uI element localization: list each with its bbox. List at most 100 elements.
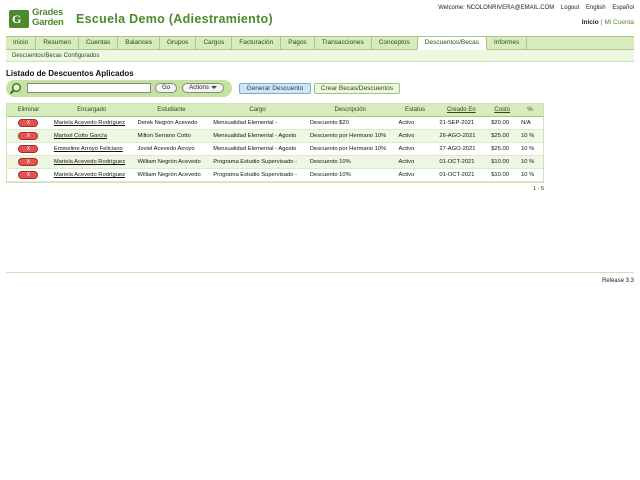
costo-cell: $10.00 [491,159,509,165]
encargado-cell[interactable]: Mariela Acevedo Rodríguez [50,117,134,129]
column-header[interactable]: Creado En [435,104,487,116]
main-nav: Inicio Resumen Cuentas Balances Grupos Cargos… [6,36,634,50]
espanol-link[interactable]: Español [612,5,634,11]
cargo-cell: Mensualidad Elemental - Agosto [213,146,297,152]
column-header[interactable]: Descripción [306,104,395,116]
estatus-cell: Activo [398,133,415,139]
pager-text: 1 - 5 [533,186,545,192]
nav-item-cargos[interactable]: Cargos [196,37,233,49]
logo-text: Grades Garden [32,8,64,27]
costo-cell: $20.00 [491,120,509,126]
nav-item-balances[interactable]: Balances [118,37,160,49]
table-body: X Mariela Acevedo Rodríguez Derek Negrón A… [7,117,543,182]
delete-cell: X [7,117,50,129]
inicio-link[interactable]: Inicio [582,19,599,26]
column-header[interactable]: Costo [487,104,517,116]
estudiante-cell: William Negrón Acevedo [137,172,201,178]
delete-cell: X [7,130,50,142]
grades-garden-logo-icon: G [9,10,29,28]
generar-descuento-button[interactable]: Generar Descuento [239,83,311,94]
costo-cell: $10.00 [491,172,509,178]
actions-button[interactable]: Actions [182,83,224,93]
estatus-cell: Activo [398,172,415,178]
table-row: X Emmeline Arroyo Feliciano Joviel Acevedo… [7,143,543,156]
creado-cell: 21-SEP-2021 [439,120,475,126]
welcome-text: Welcome: NCOLONRIVERA@EMAIL.COM [438,5,555,11]
descuentos-table: Eliminar Encargado Estudiante Cargo Descripc… [6,103,544,183]
table-header: Eliminar Encargado Estudiante Cargo Descripc… [7,104,543,117]
nav-item-informes[interactable]: Informes [487,37,528,49]
table-row: X Mariela Acevedo Rodríguez Derek Negrón A… [7,117,543,130]
percent-cell: 10 % [521,133,535,139]
table-row: X Marisol Cotto García Milton Serrano Cott… [7,130,543,143]
link-separator: | [600,19,603,26]
table-row: X Mariela Acevedo Rodríguez William Negrón… [7,156,543,169]
percent-cell: 10 % [521,159,535,165]
estatus-cell: Activo [398,120,415,126]
descripcion-cell: Descuento por Hermano 10% [309,146,387,152]
column-header[interactable]: Cargo [209,104,306,116]
encargado-cell[interactable]: Mariela Acevedo Rodríguez [50,169,134,181]
creado-cell: 27-AGO-2021 [439,146,476,152]
logout-link[interactable]: Logout [561,5,579,11]
column-header[interactable]: % [517,104,543,116]
estatus-cell: Activo [398,159,415,165]
delete-button[interactable]: X [18,119,39,127]
nav-item-facturaci-n[interactable]: Facturación [232,37,282,49]
creado-cell: 01-OCT-2021 [439,172,475,178]
column-header[interactable]: Estatus [395,104,436,116]
descripcion-cell: Descuento 10% [309,172,351,178]
percent-cell: 10 % [521,172,535,178]
nav-item-conceptos[interactable]: Conceptos [372,37,418,49]
estudiante-cell: Derek Negrón Acevedo [137,120,198,126]
subnav-item-configurados[interactable]: Descuentos/Becas Configurados [12,53,99,59]
cargo-cell: Mensualidad Elemental - Agosto [213,133,297,139]
delete-button[interactable]: X [18,145,39,153]
table-row: X Mariela Acevedo Rodríguez William Negrón… [7,169,543,182]
creado-cell: 01-OCT-2021 [439,159,475,165]
cargo-cell: Programa Estudio Supervisado - [213,159,298,165]
column-header[interactable]: Estudiante [134,104,210,116]
nav-item-descuentos-becas[interactable]: Descuentos/Becas [417,37,487,50]
logo-mark: G [12,12,22,26]
nav-item-inicio[interactable]: Inicio [6,37,37,49]
english-link[interactable]: English [586,5,606,11]
percent-cell: 10 % [521,146,535,152]
cargo-cell: Mensualidad Elemental - [213,120,278,126]
estudiante-cell: Milton Serrano Cotto [137,133,191,139]
delete-cell: X [7,156,50,168]
release-text: Release 3.3 [601,278,634,284]
search-icon[interactable] [9,82,22,95]
encargado-cell[interactable]: Marisol Cotto García [50,130,134,142]
subnav: Descuentos/Becas Configurados [6,50,634,62]
nav-item-resumen[interactable]: Resumen [36,37,80,49]
school-name: Escuela Demo (Adiestramiento) [76,12,273,26]
nav-item-transacciones[interactable]: Transacciones [315,37,372,49]
descripcion-cell: Descuento 10% [309,159,351,165]
encargado-cell[interactable]: Mariela Acevedo Rodríguez [50,156,134,168]
percent-cell: N/A [521,120,531,126]
user-bar: Welcome: NCOLONRIVERA@EMAIL.COM Logout E… [433,5,634,11]
search-bar: Go Actions [6,80,232,97]
delete-button[interactable]: X [18,171,39,179]
delete-button[interactable]: X [18,158,39,166]
estudiante-cell: William Negrón Acevedo [137,159,201,165]
nav-item-grupos[interactable]: Grupos [160,37,197,49]
logo[interactable]: G Grades Garden [9,8,65,28]
cargo-cell: Programa Estudio Supervisado - [213,172,298,178]
descripcion-cell: Descuento por Hermano 10% [309,133,387,139]
nav-item-cuentas[interactable]: Cuentas [79,37,119,49]
nav-item-pagos[interactable]: Pagos [281,37,315,49]
costo-cell: $25.00 [491,146,509,152]
encargado-cell[interactable]: Emmeline Arroyo Feliciano [50,143,134,155]
crear-becas-button[interactable]: Crear Becas/Descuentos [314,83,400,94]
actions-label: Actions [189,85,209,91]
account-links: Inicio | Mi Cuenta [582,19,634,26]
estudiante-cell: Joviel Acevedo Arroyo [137,146,195,152]
search-input[interactable] [27,83,151,93]
delete-button[interactable]: X [18,132,39,140]
go-button[interactable]: Go [155,83,177,93]
column-header[interactable]: Encargado [50,104,134,116]
mi-cuenta-link[interactable]: Mi Cuenta [604,19,634,26]
footer-divider [6,272,634,273]
